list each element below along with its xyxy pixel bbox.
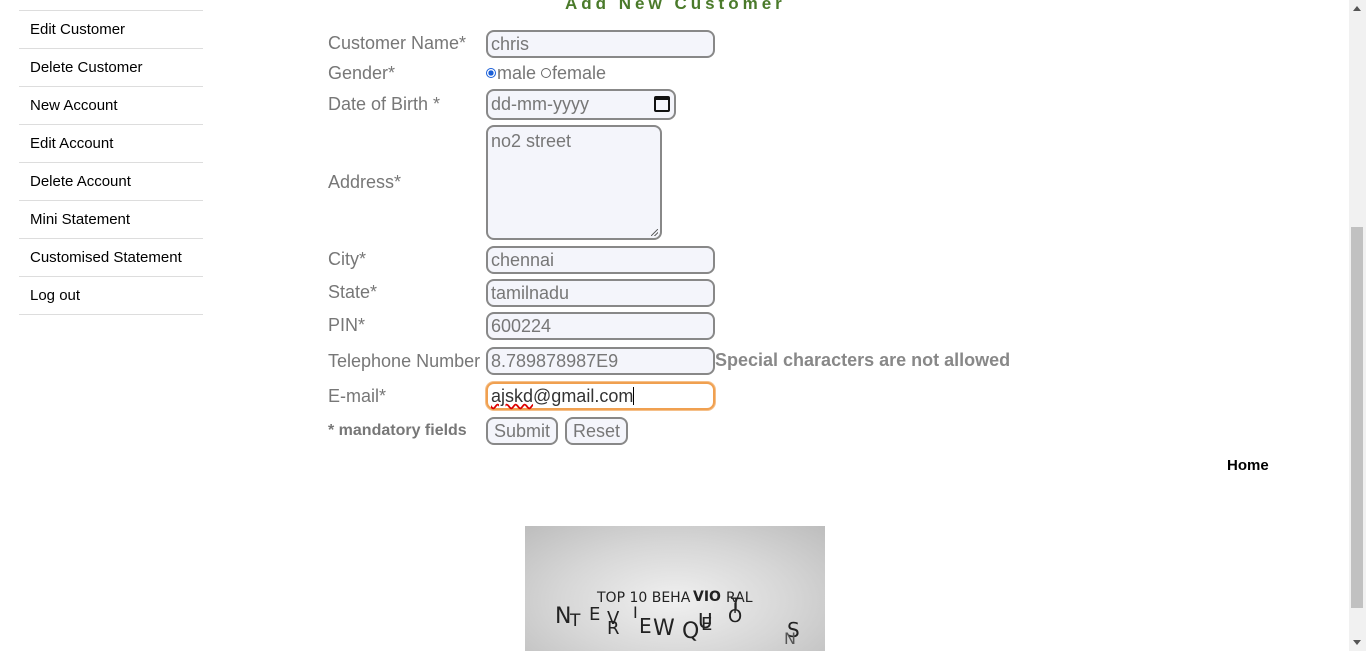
sidebar-item-new-account[interactable]: New Account [19,87,203,125]
pin-label: PIN* [328,315,366,335]
city-label: City* [328,249,367,269]
gender-male-label[interactable]: male [497,63,536,83]
banner-text-1: TOP 10 BEHA [597,590,691,606]
banner-letter: N [555,604,572,629]
customer-name-label: Customer Name* [328,33,467,53]
email-value-rest: @gmail.com [533,386,634,406]
sidebar-item-delete-account[interactable]: Delete Account [19,163,203,201]
banner-letter: I [633,603,638,622]
sidebar-item-delete-customer[interactable]: Delete Customer [19,49,203,87]
page-title: Add New Customer [565,0,786,13]
banner-letter: W [653,616,675,641]
mandatory-fields-note: * mandatory fields [328,422,467,439]
telephone-input[interactable]: 8.789878987E9 [486,347,715,375]
resize-grip-icon[interactable] [651,229,658,236]
scroll-up-arrow-icon[interactable] [1353,6,1361,11]
gender-radio-group: male female [486,63,606,84]
submit-button[interactable]: Submit [486,417,559,445]
sidebar-menu: Edit Customer Delete Customer New Accoun… [19,0,203,315]
banner-letter: T [570,611,581,631]
dob-placeholder: dd-mm-yyyy [491,94,589,114]
scrollbar-thumb[interactable] [1351,227,1363,608]
dob-input[interactable]: dd-mm-yyyy [486,89,676,120]
banner-text-2: VIO [693,589,721,605]
text-caret [633,387,635,405]
banner-letter: E [701,614,713,635]
banner-letter: O [728,606,743,627]
sidebar-item-edit-account[interactable]: Edit Account [19,125,203,163]
banner-letter: Q [682,619,700,644]
email-value-misspelled: ajskd [491,386,534,406]
sidebar-item-edit-customer[interactable]: Edit Customer [19,11,203,49]
gender-female-label[interactable]: female [552,63,606,83]
state-input[interactable]: tamilnadu [486,279,715,307]
sidebar-item-customised-statement[interactable]: Customised Statement [19,239,203,277]
scroll-down-arrow-icon[interactable] [1353,640,1361,645]
address-value: no2 street [491,131,572,151]
city-input[interactable]: chennai [486,246,715,274]
email-input[interactable]: ajskd@gmail.com [486,382,715,410]
dob-label: Date of Birth * [328,94,441,114]
home-link[interactable]: Home [1227,457,1269,474]
gender-label: Gender* [328,63,396,83]
telephone-error-message: Special characters are not allowed [715,350,1011,370]
reset-button[interactable]: Reset [565,417,629,445]
sidebar-item-mini-statement[interactable]: Mini Statement [19,201,203,239]
banner-letter: E [639,614,652,638]
vertical-scrollbar[interactable] [1349,0,1366,651]
banner-letter: E [589,604,601,625]
telephone-label: Telephone Number [328,351,481,371]
customer-name-input[interactable]: chris [486,30,715,58]
gender-female-radio[interactable] [541,68,552,78]
pin-input[interactable]: 600224 [486,312,715,340]
address-label: Address* [328,172,402,192]
calendar-icon[interactable] [654,96,670,112]
banner-letter: N [784,629,796,648]
address-textarea[interactable]: no2 street [486,125,662,240]
sidebar-item-log-out[interactable]: Log out [19,277,203,315]
sidebar-divider [19,0,203,11]
ad-banner[interactable]: TOP 10 BEHA VIO RAL N T E R V I E W Q U … [525,526,825,651]
state-label: State* [328,282,378,302]
gender-male-radio[interactable] [486,68,496,78]
banner-letter: V [607,608,620,629]
email-label: E-mail* [328,386,387,406]
